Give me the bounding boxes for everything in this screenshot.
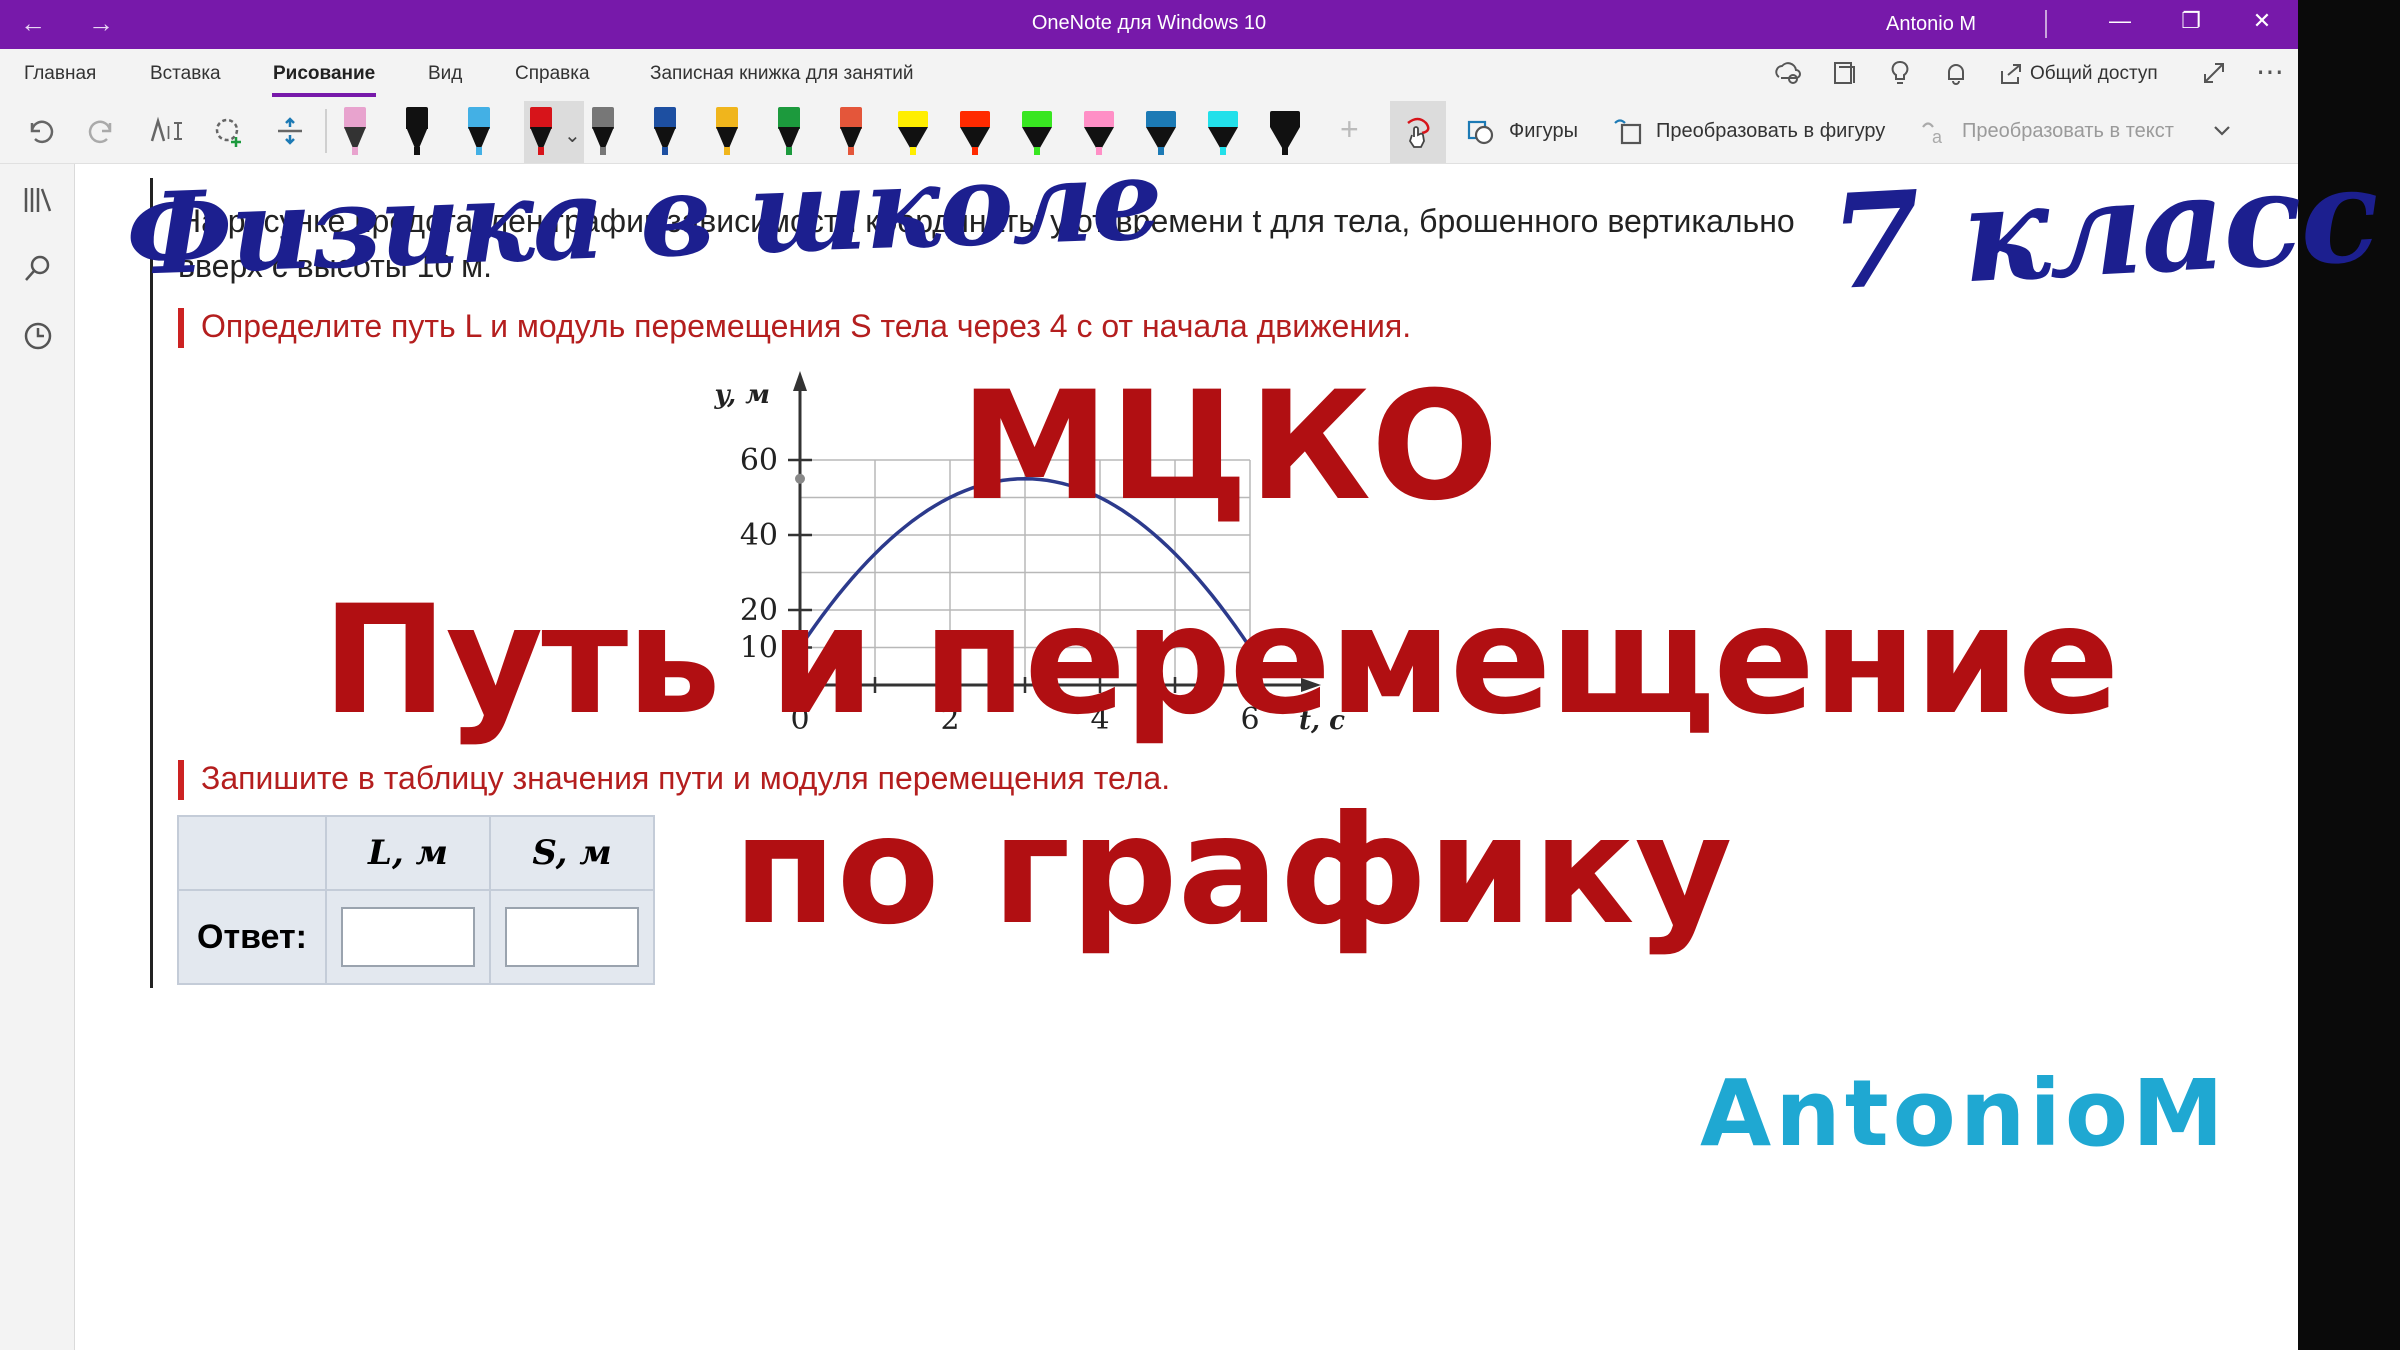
menu-insert[interactable]: Вставка xyxy=(150,63,221,85)
svg-text:a: a xyxy=(1932,127,1943,147)
active-tab-underline xyxy=(272,93,376,97)
eraser-tool-1[interactable] xyxy=(338,101,372,163)
menu-view[interactable]: Вид xyxy=(428,63,462,85)
shapes-button[interactable]: Фигуры xyxy=(1509,120,1578,143)
pen-color-swatch xyxy=(530,107,552,129)
menu-help[interactable]: Справка xyxy=(515,63,590,85)
redo-icon[interactable] xyxy=(86,115,118,154)
brand-watermark: AntonioM xyxy=(1700,1060,2228,1167)
overlay-title-graph: по графику xyxy=(733,784,1733,958)
pen-tip xyxy=(1158,147,1164,155)
convert-to-text-icon[interactable]: a xyxy=(1920,117,1954,154)
pen-tip xyxy=(352,147,358,155)
title-separator xyxy=(2045,10,2047,38)
restore-button[interactable]: ❐ xyxy=(2168,8,2214,34)
convert-to-text-button[interactable]: Преобразовать в текст xyxy=(1962,120,2174,143)
pen-tip xyxy=(1220,147,1226,155)
pen-tip xyxy=(414,147,420,155)
question-2: Запишите в таблицу значения пути и модул… xyxy=(201,760,1171,796)
pen-tip xyxy=(1282,147,1288,155)
fullscreen-icon[interactable] xyxy=(2200,59,2228,94)
title-bar: ← → OneNote для Windows 10 Antonio M — ❐… xyxy=(0,0,2298,49)
toolbar-divider xyxy=(325,109,327,153)
convert-to-shape-icon[interactable] xyxy=(1612,117,1644,154)
pen-color-swatch xyxy=(344,107,366,129)
pen-color-swatch xyxy=(654,107,676,129)
y-tick-label: 60 xyxy=(740,443,778,478)
lasso-select-icon[interactable] xyxy=(212,115,246,156)
pen-color-swatch xyxy=(406,107,428,129)
shapes-icon[interactable] xyxy=(1466,117,1496,154)
answer-input-S[interactable] xyxy=(505,907,639,967)
pen-color-swatch xyxy=(1270,111,1300,127)
chevron-down-icon[interactable] xyxy=(2210,117,2234,149)
ink-to-shape-toggle[interactable] xyxy=(1390,101,1446,163)
overlay-script-grade: 7 класс xyxy=(1826,137,2382,320)
highlighter-tool-16[interactable] xyxy=(1268,101,1302,163)
pen-tip xyxy=(538,147,544,155)
highlighter-tool-15[interactable] xyxy=(1206,101,1240,163)
user-name[interactable]: Antonio M xyxy=(1886,13,1976,36)
pen-color-swatch xyxy=(1084,111,1114,127)
pen-color-swatch xyxy=(778,107,800,129)
pen-tip xyxy=(476,147,482,155)
sync-icon[interactable] xyxy=(1773,59,1801,94)
y-axis-arrow xyxy=(793,371,807,391)
menu-draw[interactable]: Рисование xyxy=(273,63,375,85)
pen-tool-2[interactable] xyxy=(400,101,434,163)
pen-options-chevron-icon[interactable]: ⌄ xyxy=(564,123,581,148)
pen-color-swatch xyxy=(592,107,614,129)
pen-color-swatch xyxy=(468,107,490,129)
convert-to-shape-button[interactable]: Преобразовать в фигуру xyxy=(1656,120,1885,143)
pen-color-swatch xyxy=(840,107,862,129)
table-cell-L xyxy=(325,889,491,985)
question-marker xyxy=(178,308,184,348)
bell-icon[interactable] xyxy=(1942,59,1970,94)
question-marker xyxy=(178,760,184,800)
table-header-S: S, м xyxy=(489,815,655,891)
pen-color-swatch xyxy=(898,111,928,127)
page-view-icon[interactable] xyxy=(1830,59,1858,94)
share-button[interactable]: Общий доступ xyxy=(2030,63,2158,85)
menu-bar: Главная Вставка Рисование Вид Справка За… xyxy=(0,49,2298,101)
answer-table: L, м S, м Ответ: xyxy=(177,815,655,985)
minimize-button[interactable]: — xyxy=(2097,8,2143,34)
max-height-marker xyxy=(795,473,805,484)
pen-tool-3[interactable] xyxy=(462,101,496,163)
y-tick-label: 40 xyxy=(740,518,778,553)
table-empty-cell xyxy=(177,815,327,891)
pen-color-swatch xyxy=(1146,111,1176,127)
pen-color-swatch xyxy=(1022,111,1052,127)
table-header-L: L, м xyxy=(325,815,491,891)
overlay-title-path: Путь и перемещение xyxy=(322,574,2119,748)
question-1: Определите путь L и модуль перемещения S… xyxy=(201,308,1412,344)
pen-color-swatch xyxy=(716,107,738,129)
more-icon[interactable]: ⋯ xyxy=(2256,55,2284,88)
lightbulb-icon[interactable] xyxy=(1886,59,1914,94)
svg-text:I: I xyxy=(166,123,171,143)
pen-color-swatch xyxy=(960,111,990,127)
lasso-text-icon[interactable]: I xyxy=(148,115,184,154)
add-pen-icon[interactable]: + xyxy=(1340,111,1359,148)
menu-home[interactable]: Главная xyxy=(24,63,96,85)
close-button[interactable]: ✕ xyxy=(2239,8,2285,34)
undo-icon[interactable] xyxy=(24,115,56,154)
pen-color-swatch xyxy=(1208,111,1238,127)
insert-space-icon[interactable] xyxy=(274,115,306,154)
notebooks-icon[interactable] xyxy=(22,184,54,223)
share-icon[interactable] xyxy=(1998,61,2024,94)
overlay-title-mcko: МЦКО xyxy=(960,360,1499,534)
left-sidebar xyxy=(0,164,75,1350)
recent-clock-icon[interactable] xyxy=(22,320,54,359)
search-icon[interactable] xyxy=(22,252,54,291)
table-row-label: Ответ: xyxy=(177,889,327,985)
answer-input-L[interactable] xyxy=(341,907,475,967)
y-axis-label: y, м xyxy=(714,380,770,410)
menu-class-notebook[interactable]: Записная книжка для занятий xyxy=(650,63,914,85)
table-cell-S xyxy=(489,889,655,985)
